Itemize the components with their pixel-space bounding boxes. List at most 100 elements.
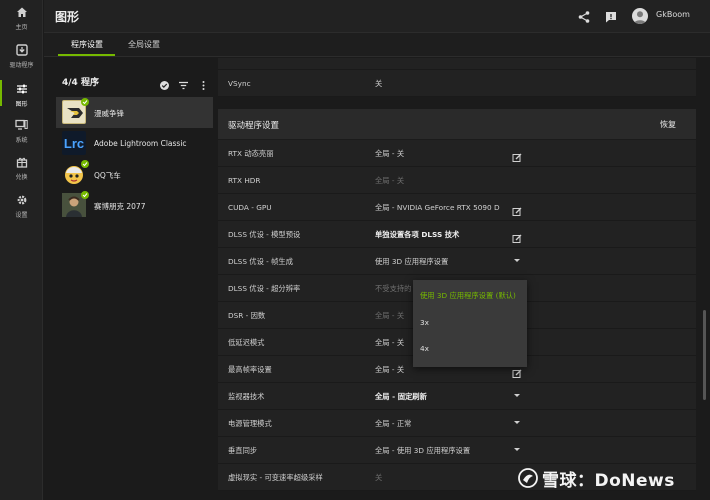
setting-label: VSync xyxy=(228,79,251,88)
driver-settings-header: 驱动程序设置 恢复 xyxy=(218,109,696,139)
program-name: 赛博朋克 2077 xyxy=(94,202,146,211)
sliders-icon xyxy=(15,82,29,96)
active-tab-indicator xyxy=(58,54,115,56)
settings-row[interactable]: RTX HDR 全局 - 关 xyxy=(218,167,696,194)
home-icon xyxy=(15,5,29,19)
setting-value: 不受支持的 xyxy=(375,284,412,293)
dropdown-option-app-default[interactable]: 使用 3D 应用程序设置 (默认) xyxy=(420,291,516,301)
setting-value: 全局 - 关 xyxy=(375,176,405,185)
setting-value: 全局 - 关 xyxy=(375,338,405,347)
settings-scrollbar[interactable] xyxy=(703,310,706,400)
setting-label: DLSS 优设 - 帧生成 xyxy=(228,257,294,266)
settings-row[interactable]: DLSS 优设 - 模型预设 单独设置各项 DLSS 技术 xyxy=(218,221,696,248)
user-icon xyxy=(634,11,646,24)
chevron-down-icon[interactable] xyxy=(514,394,520,397)
gift-icon xyxy=(15,155,29,169)
settings-row-vsync[interactable]: VSync 关 xyxy=(218,70,696,97)
setting-label: RTX 动态亮丽 xyxy=(228,149,274,158)
restore-button[interactable]: 恢复 xyxy=(660,119,676,130)
chevron-down-icon[interactable] xyxy=(514,448,520,451)
nav-item-system[interactable]: 系统 xyxy=(0,118,43,154)
verified-filter-icon[interactable] xyxy=(159,76,170,90)
settings-row[interactable]: 垂直同步 全局 - 使用 3D 应用程序设置 xyxy=(218,437,696,464)
program-name: 漫威争锋 xyxy=(94,109,124,118)
watermark: 雪球：DoNews xyxy=(518,466,675,491)
nav-item-label: 主页 xyxy=(15,24,28,31)
page-title: 图形 xyxy=(55,10,80,24)
edit-icon[interactable] xyxy=(512,148,522,162)
program-item-cyberpunk-2077[interactable]: 赛博朋克 2077 xyxy=(56,190,213,221)
share-icon[interactable] xyxy=(577,9,591,23)
top-bar: 图形 GkBoom xyxy=(44,0,710,33)
monitor-icon xyxy=(15,118,29,132)
settings-panel: VSync 关 驱动程序设置 恢复 RTX 动态亮丽 全局 - 关 RTX HDR 全… xyxy=(218,58,698,500)
setting-label: 低延迟模式 xyxy=(228,338,265,347)
program-count-title: 4/4 程序 xyxy=(62,78,99,88)
program-name: Adobe Lightroom Classic xyxy=(94,139,187,148)
optimized-check-icon xyxy=(81,160,89,168)
setting-label: 垂直同步 xyxy=(228,446,258,455)
settings-row[interactable]: 监视器技术 全局 - 固定刷新 xyxy=(218,383,696,410)
setting-value: 全局 - 关 xyxy=(375,365,405,374)
dropdown-option-3x[interactable]: 3x xyxy=(420,318,429,327)
tab-global-settings[interactable]: 全局设置 xyxy=(128,39,160,50)
settings-row-partial xyxy=(218,58,696,70)
nav-item-label: 兑换 xyxy=(15,174,28,181)
frame-generation-dropdown[interactable]: 使用 3D 应用程序设置 (默认) 3x 4x xyxy=(413,280,527,367)
user-name: GkBoom xyxy=(656,10,690,19)
edit-icon[interactable] xyxy=(512,229,522,243)
settings-row[interactable]: DLSS 优设 - 帧生成 使用 3D 应用程序设置 xyxy=(218,248,696,275)
gear-icon xyxy=(15,193,29,207)
filter-icon[interactable] xyxy=(178,76,189,90)
setting-label: 电源管理模式 xyxy=(228,419,272,428)
setting-value: 使用 3D 应用程序设置 xyxy=(375,257,449,266)
more-options-icon[interactable] xyxy=(198,76,209,90)
setting-value: 全局 - 固定刷新 xyxy=(375,392,427,401)
setting-label: RTX HDR xyxy=(228,176,261,185)
settings-row[interactable]: 电源管理模式 全局 - 正常 xyxy=(218,410,696,437)
program-name: QQ飞车 xyxy=(94,171,121,180)
settings-row[interactable]: CUDA - GPU 全局 - NVIDIA GeForce RTX 5090 D xyxy=(218,194,696,221)
driver-icon xyxy=(15,43,29,57)
setting-value: 关 xyxy=(375,79,383,88)
avatar[interactable] xyxy=(632,8,648,24)
setting-label: DLSS 优设 - 超分辨率 xyxy=(228,284,301,293)
nav-item-label: 设置 xyxy=(15,212,28,219)
setting-value: 单独设置各项 DLSS 技术 xyxy=(375,230,460,239)
setting-value: 全局 - NVIDIA GeForce RTX 5090 D xyxy=(375,203,500,212)
edit-icon[interactable] xyxy=(512,202,522,216)
program-list-panel: 4/4 程序 漫威争锋 Lrc Adobe Lightroom Classic … xyxy=(56,66,213,500)
setting-label: DSR - 因数 xyxy=(228,311,266,320)
snowball-logo-icon xyxy=(518,468,538,488)
nav-item-drivers[interactable]: 驱动程序 xyxy=(0,43,43,79)
tab-bar: 程序设置 全局设置 xyxy=(44,33,710,57)
nav-item-label: 图形 xyxy=(15,101,28,108)
setting-label: 最高帧率设置 xyxy=(228,365,272,374)
section-title: 驱动程序设置 xyxy=(228,121,280,131)
chevron-down-icon[interactable] xyxy=(514,421,520,424)
setting-label: CUDA - GPU xyxy=(228,203,272,212)
nav-item-label: 驱动程序 xyxy=(9,62,34,69)
optimized-check-icon xyxy=(81,191,89,199)
setting-label: 监视器技术 xyxy=(228,392,265,401)
dropdown-option-4x[interactable]: 4x xyxy=(420,344,429,353)
optimized-check-icon xyxy=(81,98,89,106)
setting-label: DLSS 优设 - 模型预设 xyxy=(228,230,301,239)
nav-item-redeem[interactable]: 兑换 xyxy=(0,155,43,191)
setting-value: 关 xyxy=(375,473,383,482)
program-item-qq-speed[interactable]: QQ飞车 xyxy=(56,159,213,190)
setting-value: 全局 - 使用 3D 应用程序设置 xyxy=(375,446,471,455)
feedback-icon[interactable] xyxy=(604,9,618,23)
settings-row[interactable]: RTX 动态亮丽 全局 - 关 xyxy=(218,140,696,167)
nav-item-settings[interactable]: 设置 xyxy=(0,193,43,229)
nav-item-graphics[interactable]: 图形 xyxy=(0,80,43,118)
nav-item-home[interactable]: 主页 xyxy=(0,5,43,41)
left-nav-rail: 主页 驱动程序 图形 系统 兑换 设置 xyxy=(0,0,43,500)
lightroom-icon: Lrc xyxy=(62,131,86,155)
watermark-text: 雪球：DoNews xyxy=(542,470,675,491)
setting-value: 全局 - 关 xyxy=(375,311,405,320)
chevron-down-icon[interactable] xyxy=(514,259,520,262)
program-item-marvel-rivals[interactable]: 漫威争锋 xyxy=(56,97,213,128)
tab-program-settings[interactable]: 程序设置 xyxy=(71,39,103,50)
program-item-lightroom[interactable]: Lrc Adobe Lightroom Classic xyxy=(56,128,213,159)
